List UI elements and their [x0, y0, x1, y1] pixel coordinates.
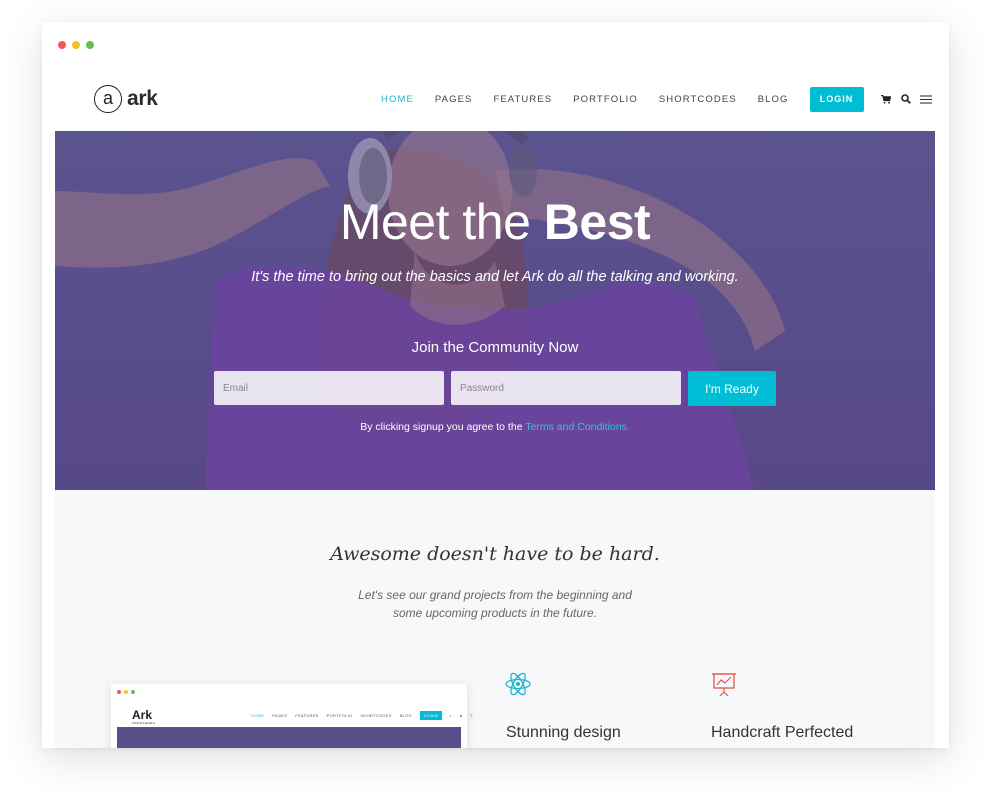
cart-icon[interactable] [880, 94, 891, 104]
feature-title: Stunning design [506, 724, 621, 741]
terms-text: By clicking signup you agree to the Term… [55, 421, 935, 433]
main-nav: HOME PAGES FEATURES PORTFOLIO SHORTCODES… [381, 86, 935, 112]
maximize-dot[interactable] [86, 41, 94, 49]
preview-nav-item: PAGES [272, 713, 288, 718]
section-title: Awesome doesn't have to be hard. [330, 543, 660, 565]
preview-nav-item: PORTFOLIO [326, 713, 353, 718]
nav-blog[interactable]: BLOG [758, 94, 789, 105]
im-ready-button[interactable]: I'm Ready [688, 371, 776, 406]
menu-icon[interactable] [919, 94, 932, 104]
section-subtitle-line1: Let's see our grand projects from the be… [358, 588, 632, 602]
preview-nav-item: FEATURES [295, 713, 319, 718]
preview-dot [124, 690, 128, 694]
hero-title: Meet the Best [55, 193, 935, 251]
feature-stunning-design: Stunning design [505, 671, 621, 741]
nav-pages[interactable]: PAGES [435, 94, 473, 105]
hero-title-light: Meet the [339, 194, 544, 250]
preview-cart-icon: ▪ [449, 713, 452, 718]
login-button[interactable]: LOGIN [809, 86, 864, 112]
preview-dot [117, 690, 121, 694]
feature-title: Handcraft Perfected [711, 724, 854, 741]
page-content: a ark HOME PAGES FEATURES PORTFOLIO SHOR… [55, 67, 935, 748]
nav-shortcodes[interactable]: SHORTCODES [659, 94, 737, 105]
preview-nav-item: HOME [251, 713, 265, 718]
password-field[interactable]: Password [451, 371, 681, 405]
atom-icon [505, 672, 531, 696]
browser-window: a ark HOME PAGES FEATURES PORTFOLIO SHOR… [42, 22, 949, 748]
terms-prefix: By clicking signup you agree to the [360, 421, 526, 433]
logo[interactable]: a ark [94, 85, 158, 113]
minimize-dot[interactable] [72, 41, 80, 49]
community-heading: Join the Community Now [411, 339, 579, 356]
preview-logo: Ark [132, 708, 153, 722]
email-field[interactable]: Email [214, 371, 444, 405]
preview-search-icon: ● [459, 713, 463, 718]
preview-menu-icon: ≡ [470, 713, 473, 718]
nav-features[interactable]: FEATURES [493, 94, 552, 105]
signup-form: Email Password I'm Ready [214, 371, 776, 406]
intro-section: Awesome doesn't have to be hard. Let's s… [55, 490, 935, 748]
preview-hero [117, 727, 461, 748]
terms-link[interactable]: Terms and Conditions. [525, 421, 629, 433]
hero-subtitle: It's the time to bring out the basics an… [251, 269, 739, 285]
close-dot[interactable] [58, 41, 66, 49]
preview-nav-item: SHORTCODES [360, 713, 392, 718]
website-preview: Ark FRONTENDS HOME PAGES FEATURES PORTFO… [111, 684, 473, 748]
hero-photo [55, 131, 935, 490]
search-icon[interactable] [900, 94, 911, 104]
hero-title-bold: Best [543, 194, 651, 250]
section-subtitle: Let's see our grand projects from the be… [55, 586, 935, 622]
site-header: a ark HOME PAGES FEATURES PORTFOLIO SHOR… [55, 67, 935, 131]
preview-nav-item: BLOG [399, 713, 412, 718]
preview-logo-sub: FRONTENDS [132, 721, 156, 725]
preview-window-controls [117, 690, 135, 694]
nav-portfolio[interactable]: PORTFOLIO [573, 94, 638, 105]
preview-login: LOGIN [419, 711, 442, 720]
hero-section: Meet the Best It's the time to bring out… [55, 131, 935, 490]
feature-handcraft-perfected: Handcraft Perfected [711, 671, 853, 741]
nav-home[interactable]: HOME [381, 94, 414, 105]
logo-text: ark [127, 87, 158, 110]
logo-mark: a [94, 85, 122, 113]
preview-dot [131, 690, 135, 694]
section-subtitle-line2: some upcoming products in the future. [392, 606, 598, 620]
preview-nav: HOME PAGES FEATURES PORTFOLIO SHORTCODES… [251, 711, 473, 720]
window-controls [58, 41, 94, 49]
presentation-icon [712, 673, 736, 697]
